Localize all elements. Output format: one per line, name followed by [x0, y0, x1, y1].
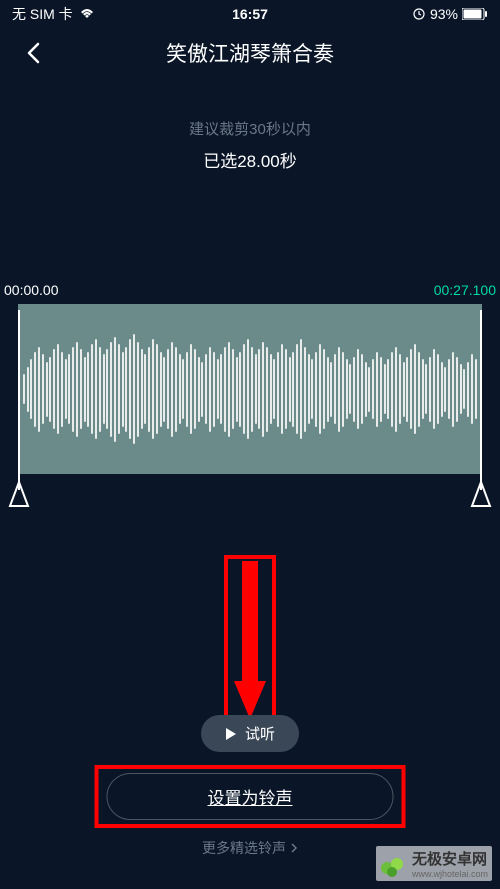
set-ringtone-button[interactable]: 设置为铃声 — [107, 773, 394, 820]
carrier-text: 无 SIM 卡 — [12, 4, 73, 24]
watermark: 无极安卓网 www.wjhotelai.com — [376, 846, 492, 881]
back-button[interactable] — [18, 38, 48, 68]
status-time: 16:57 — [232, 6, 268, 22]
rotation-lock-icon — [412, 7, 426, 21]
chevron-right-icon — [290, 842, 298, 854]
more-ringtones-label: 更多精选铃声 — [202, 838, 286, 858]
selected-duration: 已选28.00秒 — [0, 147, 500, 172]
time-start-label: 00:00.00 — [4, 282, 59, 298]
trim-handle-left[interactable] — [8, 480, 30, 508]
page-title: 笑傲江湖琴箫合奏 — [18, 38, 482, 68]
hint-section: 建议裁剪30秒以内 已选28.00秒 — [0, 118, 500, 172]
trim-line-left — [18, 310, 20, 490]
status-bar: 无 SIM 卡 16:57 93% — [0, 0, 500, 28]
annotation-highlight-box: 设置为铃声 — [95, 765, 406, 828]
set-ringtone-label: 设置为铃声 — [208, 789, 293, 808]
header: 笑傲江湖琴箫合奏 — [0, 28, 500, 78]
preview-label: 试听 — [245, 723, 275, 744]
battery-percent: 93% — [430, 6, 458, 22]
status-left: 无 SIM 卡 — [12, 4, 95, 24]
more-ringtones-link[interactable]: 更多精选铃声 — [202, 838, 298, 858]
trim-hint: 建议裁剪30秒以内 — [0, 118, 500, 139]
trim-line-right — [480, 310, 482, 490]
audio-timeline[interactable]: 00:00.00 00:27.100 — [0, 282, 500, 474]
trim-handle-right[interactable] — [470, 480, 492, 508]
watermark-url: www.wjhotelai.com — [412, 869, 488, 879]
chevron-left-icon — [26, 42, 40, 64]
watermark-text: 无极安卓网 — [412, 848, 488, 869]
waveform-bars — [18, 304, 482, 474]
preview-button[interactable]: 试听 — [201, 715, 299, 752]
wifi-icon — [79, 8, 95, 20]
play-icon — [225, 727, 237, 741]
annotation-arrow — [224, 555, 276, 732]
time-end-label: 00:27.100 — [434, 282, 496, 298]
battery-icon — [462, 8, 488, 20]
watermark-logo-icon — [380, 850, 408, 878]
waveform[interactable] — [18, 304, 482, 474]
time-labels: 00:00.00 00:27.100 — [0, 282, 500, 298]
status-right: 93% — [412, 6, 488, 22]
